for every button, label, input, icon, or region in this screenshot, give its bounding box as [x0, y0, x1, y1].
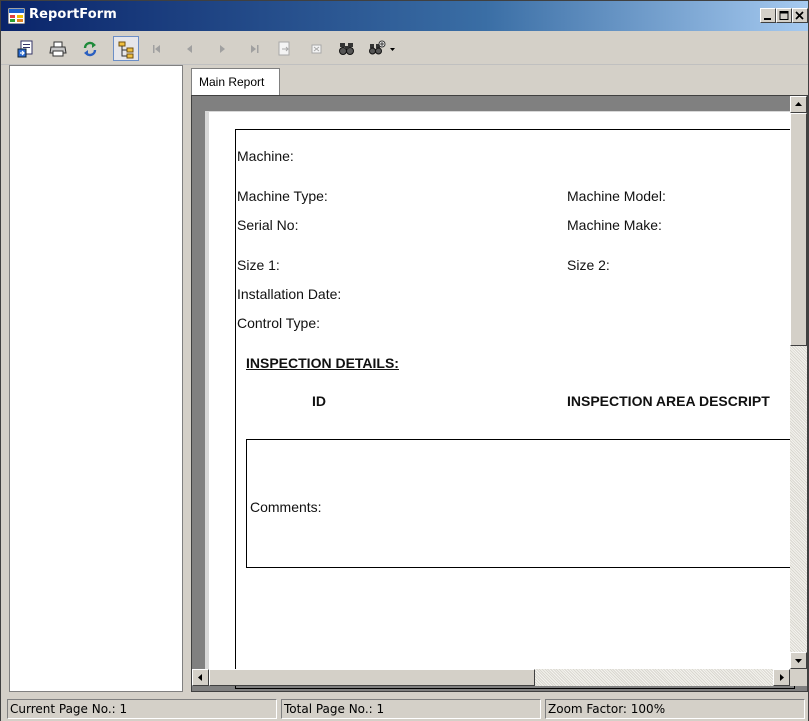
export-icon [17, 40, 33, 58]
window-title: ReportForm [29, 7, 117, 22]
previous-page-button[interactable] [177, 36, 203, 61]
scroll-up-button[interactable] [790, 96, 807, 113]
toggle-group-tree-button[interactable] [113, 36, 139, 61]
status-bar: Current Page No.: 1 Total Page No.: 1 Zo… [1, 697, 808, 721]
next-page-button[interactable] [209, 36, 235, 61]
report-toolbar [1, 31, 808, 65]
refresh-button[interactable] [77, 36, 103, 61]
arrow-right-icon [780, 674, 784, 681]
maximize-icon [779, 11, 789, 20]
size-2-label: Size 2: [567, 257, 610, 273]
arrow-left-icon [198, 674, 202, 681]
close-button[interactable] [792, 8, 808, 23]
scrollbar-corner [790, 669, 807, 686]
app-icon [8, 8, 25, 24]
machine-model-label: Machine Model: [567, 188, 666, 204]
goto-page-icon [278, 41, 290, 56]
machine-label: Machine: [237, 148, 294, 164]
zoom-icon [369, 40, 395, 55]
size-1-label: Size 1: [237, 257, 280, 273]
current-page-status: Current Page No.: 1 [7, 699, 277, 719]
scroll-down-button[interactable] [790, 652, 807, 669]
arrow-down-icon [795, 659, 802, 663]
find-button[interactable] [334, 36, 360, 61]
last-page-icon [251, 45, 259, 53]
refresh-icon [83, 41, 97, 57]
print-icon [49, 41, 67, 57]
group-tree-panel[interactable] [9, 65, 183, 692]
horizontal-scroll-thumb[interactable] [209, 669, 535, 686]
scroll-right-button[interactable] [773, 669, 790, 686]
next-page-icon [220, 45, 225, 53]
machine-type-label: Machine Type: [237, 188, 328, 204]
machine-make-label: Machine Make: [567, 217, 662, 233]
maximize-button[interactable] [776, 8, 792, 23]
previous-page-icon [187, 45, 192, 53]
first-page-icon [153, 45, 160, 53]
report-form-window: ReportForm Main Report Machine: Machine … [0, 0, 809, 721]
serial-no-label: Serial No: [237, 217, 299, 233]
last-page-button[interactable] [241, 36, 267, 61]
id-column-header: ID [312, 393, 326, 409]
report-border [235, 129, 795, 689]
find-icon [339, 43, 354, 55]
group-tree-toggle-icon [118, 41, 134, 59]
close-view-icon [311, 44, 322, 54]
minimize-icon [764, 18, 771, 20]
inspection-details-heading: INSPECTION DETAILS: [246, 355, 399, 371]
zoom-dropdown-button[interactable] [364, 36, 400, 61]
control-type-label: Control Type: [237, 315, 321, 331]
goto-page-button[interactable] [272, 36, 298, 61]
export-button[interactable] [13, 36, 39, 61]
scroll-left-button[interactable] [192, 669, 209, 686]
inspection-area-column-header: INSPECTION AREA DESCRIPT [567, 393, 770, 409]
print-button[interactable] [45, 36, 71, 61]
installation-date-label: Installation Date: [237, 286, 342, 302]
vertical-scroll-thumb[interactable] [790, 113, 807, 346]
comments-label: Comments: [250, 499, 322, 515]
close-view-button[interactable] [304, 36, 330, 61]
tab-main-report[interactable]: Main Report [191, 68, 280, 95]
zoom-factor-status: Zoom Factor: 100% [545, 699, 805, 719]
title-bar[interactable]: ReportForm [1, 1, 808, 31]
comments-box [246, 439, 806, 568]
close-icon [795, 11, 804, 20]
total-page-status: Total Page No.: 1 [281, 699, 541, 719]
minimize-button[interactable] [760, 8, 776, 23]
first-page-button[interactable] [145, 36, 171, 61]
arrow-up-icon [795, 102, 802, 106]
